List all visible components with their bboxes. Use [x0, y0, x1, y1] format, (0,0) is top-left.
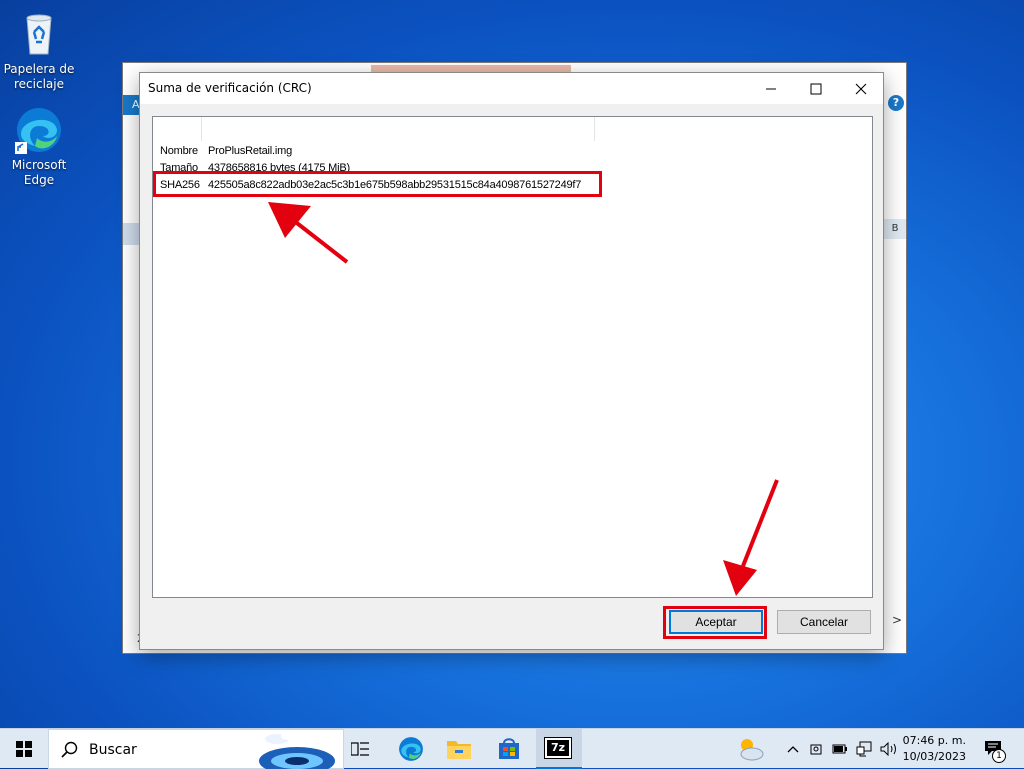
- desktop-icon-recycle-bin[interactable]: Papelera de reciclaje: [1, 10, 77, 92]
- meet-now-icon: [810, 744, 822, 755]
- close-button[interactable]: [838, 73, 884, 104]
- edge-icon: [399, 737, 423, 761]
- tray-battery[interactable]: [830, 729, 850, 769]
- checksum-results-list[interactable]: Nombre ProPlusRetail.img Tamaño 43786588…: [152, 116, 873, 598]
- chevron-up-icon: [787, 746, 799, 753]
- weather-widget[interactable]: [732, 729, 768, 769]
- battery-icon: [832, 744, 847, 754]
- taskbar-file-explorer[interactable]: [440, 729, 478, 769]
- close-icon: [855, 83, 867, 95]
- taskbar: Buscar 7z 07:46 p. m. 10/03/2023 1: [0, 728, 1024, 769]
- tray-network[interactable]: [854, 729, 874, 769]
- weather-cloud-sun-icon: [740, 739, 764, 761]
- 7zip-icon: 7z: [544, 737, 572, 759]
- scroll-right-icon[interactable]: >: [892, 613, 902, 627]
- dialog-titlebar[interactable]: Suma de verificación (CRC): [140, 73, 883, 104]
- checksum-dialog[interactable]: Suma de verificación (CRC) Nombre ProPlu…: [139, 72, 884, 650]
- folder-icon: [447, 741, 471, 759]
- result-value: ProPlusRetail.img: [208, 145, 293, 157]
- column-separator: [594, 117, 595, 141]
- minimize-button[interactable]: [748, 73, 794, 104]
- maximize-button[interactable]: [793, 73, 839, 104]
- result-key: Tamaño: [160, 162, 198, 174]
- clock-time: 07:46 p. m.: [902, 734, 966, 747]
- notification-count-badge: 1: [992, 749, 1006, 763]
- desktop-icon-label: Papelera de reciclaje: [3, 62, 75, 91]
- network-icon: [856, 741, 872, 757]
- result-key: Nombre: [160, 145, 198, 157]
- store-icon: [499, 738, 519, 759]
- dialog-title: Suma de verificación (CRC): [148, 81, 312, 95]
- search-icon: [61, 741, 78, 758]
- notification-center-button[interactable]: 1: [978, 729, 1024, 769]
- tray-meet-now[interactable]: [806, 729, 826, 769]
- tray-volume[interactable]: [878, 729, 900, 769]
- taskbar-clock[interactable]: 07:46 p. m. 10/03/2023: [903, 733, 966, 765]
- minimize-icon: [766, 88, 776, 90]
- edge-icon: [15, 106, 63, 154]
- taskbar-store[interactable]: [490, 729, 528, 769]
- accept-button[interactable]: Aceptar: [669, 610, 763, 634]
- search-placeholder: Buscar: [89, 742, 137, 758]
- taskbar-7zip-active[interactable]: 7z: [536, 729, 582, 769]
- help-icon[interactable]: ?: [888, 95, 904, 111]
- background-column-fragment: B: [884, 219, 906, 239]
- taskbar-edge[interactable]: [392, 729, 430, 769]
- result-value: 425505a8c822adb03e2ac5c3b1e675b598abb295…: [208, 179, 582, 191]
- maximize-icon: [810, 83, 822, 95]
- tray-overflow-button[interactable]: [784, 729, 802, 769]
- desktop-icon-label: Microsoft Edge: [11, 158, 67, 187]
- task-view-icon: [351, 742, 369, 756]
- search-highlight-image: [259, 732, 335, 769]
- cancel-button[interactable]: Cancelar: [777, 610, 871, 634]
- recycle-bin-icon: [15, 10, 63, 58]
- start-button[interactable]: [0, 729, 48, 769]
- taskbar-search[interactable]: Buscar: [48, 729, 344, 769]
- result-value: 4378658816 bytes (4175 MiB): [208, 162, 350, 174]
- windows-icon: [16, 741, 32, 757]
- task-view-button[interactable]: [346, 729, 374, 769]
- volume-icon: [880, 742, 896, 756]
- result-key: SHA256: [160, 179, 200, 191]
- shortcut-arrow-icon: [15, 142, 27, 154]
- column-separator: [201, 117, 202, 141]
- clock-date: 10/03/2023: [902, 750, 966, 763]
- desktop-icon-edge[interactable]: Microsoft Edge: [1, 106, 77, 188]
- 7zip-icon-label: 7z: [550, 741, 566, 754]
